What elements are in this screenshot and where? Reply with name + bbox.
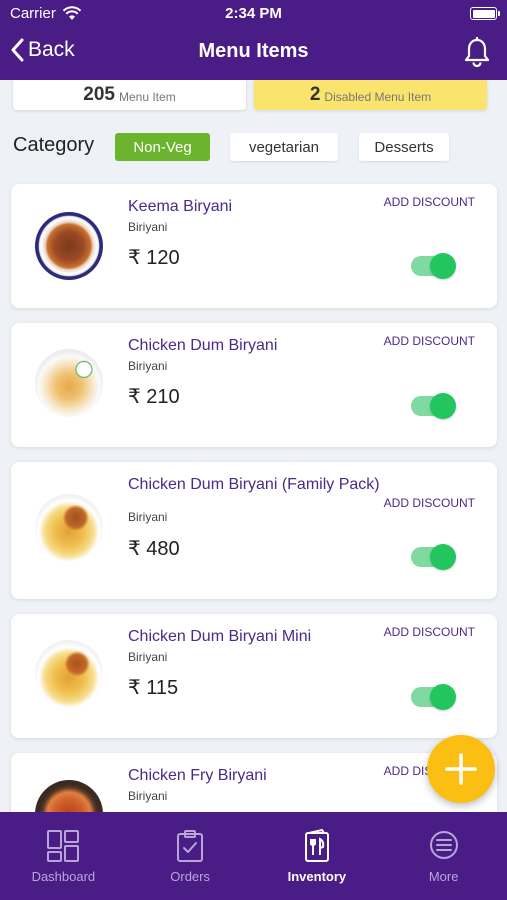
tab-orders[interactable]: Orders: [127, 812, 254, 900]
disabled-label: Disabled Menu Item: [324, 90, 432, 104]
category-chip-vegetarian[interactable]: vegetarian: [230, 133, 338, 161]
toggle-knob: [430, 253, 456, 279]
add-discount-link[interactable]: ADD DISCOUNT: [384, 625, 475, 639]
clipboard-icon: [176, 829, 204, 868]
toggle-knob: [430, 393, 456, 419]
disabled-count: 2: [309, 84, 321, 105]
item-enabled-toggle[interactable]: [411, 393, 456, 419]
bell-icon[interactable]: [463, 36, 491, 72]
menu-item-card[interactable]: Chicken Fry Biryani Biriyani ADD DISCOUN…: [11, 753, 497, 812]
menu-item-card[interactable]: Chicken Dum Biryani Biriyani ₹ 210 ADD D…: [11, 323, 497, 447]
nav-bar: Back Menu Items: [0, 30, 507, 76]
menu-item-card[interactable]: Keema Biryani Biriyani ₹ 120 ADD DISCOUN…: [11, 184, 497, 308]
chicken-dum-biryani-image: [35, 349, 103, 417]
mini-biryani-image: [35, 640, 103, 708]
item-enabled-toggle[interactable]: [411, 253, 456, 279]
add-item-button[interactable]: [427, 735, 495, 803]
item-name: Chicken Dum Biryani: [128, 337, 278, 354]
item-category: Biriyani: [128, 220, 168, 234]
tab-label: Inventory: [287, 869, 347, 884]
total-menu-item-card[interactable]: 205 Menu Item: [13, 80, 246, 110]
toggle-knob: [430, 684, 456, 710]
item-name: Chicken Fry Biryani: [128, 767, 267, 784]
page-title: Menu Items: [198, 40, 309, 62]
status-time: 2:34 PM: [225, 5, 282, 22]
item-category: Biriyani: [128, 650, 168, 664]
menu-card-icon: [303, 828, 331, 868]
tab-label: Dashboard: [31, 869, 96, 884]
add-discount-link[interactable]: ADD DISCOUNT: [384, 496, 475, 510]
disabled-menu-item-card[interactable]: 2 Disabled Menu Item: [254, 80, 487, 110]
menu-item-card[interactable]: Chicken Dum Biryani (Family Pack) Biriya…: [11, 462, 497, 599]
bottom-tab-bar: Dashboard Orders Inventory More: [0, 812, 507, 900]
category-label: Category: [13, 134, 95, 156]
item-category: Biriyani: [128, 359, 168, 373]
item-enabled-toggle[interactable]: [411, 544, 456, 570]
item-name: Keema Biryani: [128, 198, 233, 215]
category-chip-non-veg[interactable]: Non-Veg: [115, 133, 210, 161]
item-name: Chicken Dum Biryani Mini: [128, 628, 312, 645]
plus-icon: [445, 753, 477, 785]
category-chip-desserts[interactable]: Desserts: [359, 133, 449, 161]
tab-more[interactable]: More: [380, 812, 507, 900]
dashboard-icon: [46, 829, 80, 868]
battery-icon: [470, 7, 500, 20]
total-count: 205: [83, 84, 115, 105]
item-enabled-toggle[interactable]: [411, 684, 456, 710]
menu-item-card[interactable]: Chicken Dum Biryani Mini Biriyani ₹ 115 …: [11, 614, 497, 738]
item-price: ₹ 210: [128, 386, 180, 408]
tab-dashboard[interactable]: Dashboard: [0, 812, 127, 900]
menu-item-list[interactable]: Keema Biryani Biriyani ₹ 120 ADD DISCOUN…: [0, 0, 507, 812]
category-filter: Category Non-Veg vegetarian Desserts: [13, 133, 493, 161]
tab-inventory[interactable]: Inventory: [254, 812, 381, 900]
tab-label: Orders: [170, 869, 210, 884]
item-price: ₹ 115: [128, 677, 179, 699]
summary-row: 205 Menu Item 2 Disabled Menu Item: [13, 80, 487, 110]
more-icon: [428, 829, 460, 866]
tab-label: More: [428, 869, 459, 884]
toggle-knob: [430, 544, 456, 570]
family-pack-biryani-image: [35, 494, 103, 562]
chicken-fry-biryani-image: [35, 780, 103, 812]
add-discount-link[interactable]: ADD DISCOUNT: [384, 195, 475, 209]
status-bar: Carrier 2:34 PM: [0, 0, 507, 28]
item-price: ₹ 480: [128, 538, 180, 560]
total-label: Menu Item: [119, 90, 176, 104]
keema-biryani-image: [35, 212, 103, 280]
item-category: Biriyani: [128, 510, 168, 524]
item-price: ₹ 120: [128, 247, 180, 269]
item-category: Biriyani: [128, 789, 168, 803]
app-header: Carrier 2:34 PM Back Menu Items: [0, 0, 507, 80]
item-name: Chicken Dum Biryani (Family Pack): [128, 476, 380, 493]
add-discount-link[interactable]: ADD DISCOUNT: [384, 334, 475, 348]
